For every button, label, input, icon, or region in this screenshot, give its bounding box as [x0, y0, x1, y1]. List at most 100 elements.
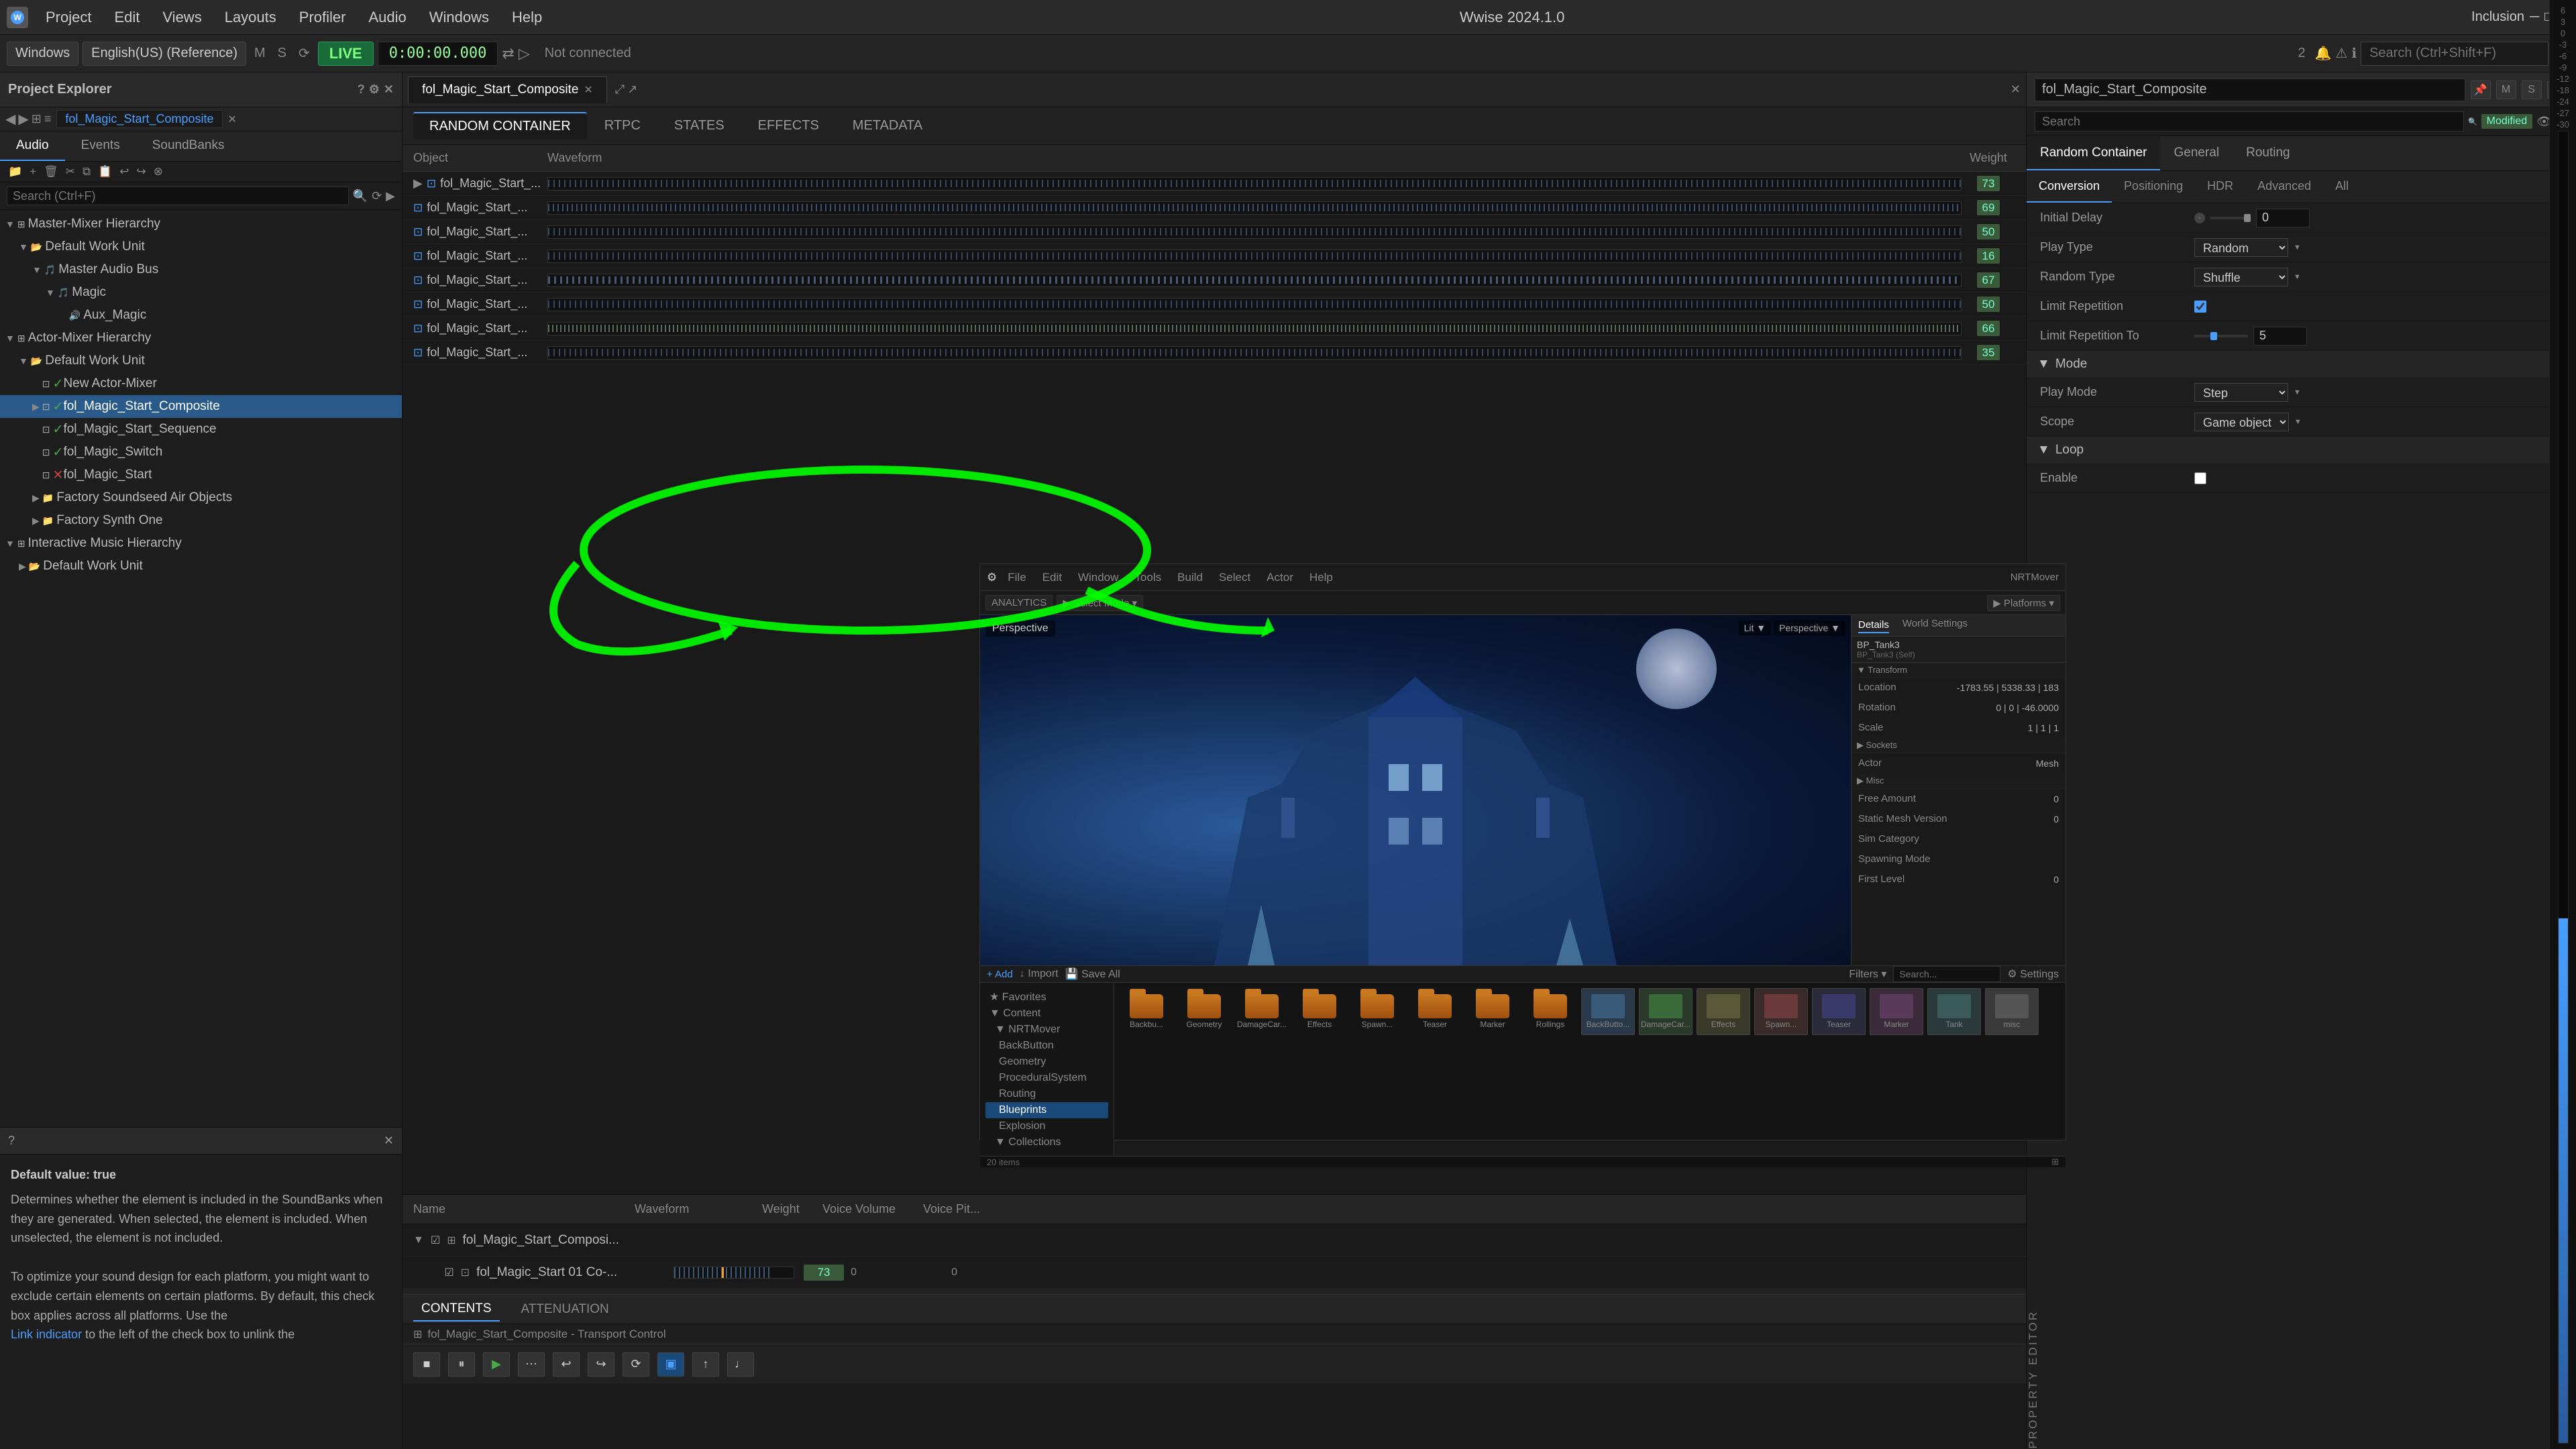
ue-save-all-btn[interactable]: 💾 Save All	[1065, 967, 1120, 981]
table-row[interactable]: ⊡fol_Magic_Start_... 35	[402, 341, 2026, 365]
delete-icon[interactable]: 🗑	[41, 164, 61, 180]
ue-analytics-btn[interactable]: ANALYTICS	[985, 595, 1053, 610]
ue-folder-7[interactable]: Marker	[1466, 988, 1519, 1035]
ue-folder-2[interactable]: Geometry	[1177, 988, 1231, 1035]
ue-settings-btn[interactable]: ⚙ Settings	[2007, 967, 2059, 981]
rc-tab-random-container[interactable]: RANDOM CONTAINER	[413, 112, 587, 140]
ue-tree-nrtmover[interactable]: ▼ NRTMover	[985, 1022, 1108, 1038]
tab-routing[interactable]: Routing	[2233, 136, 2304, 170]
active-tab[interactable]: fol_Magic_Start_Composite ✕	[408, 76, 607, 103]
tab-positioning[interactable]: Positioning	[2112, 171, 2195, 203]
tab-close-icon[interactable]: ✕	[584, 83, 592, 97]
rc-tab-rtpc[interactable]: RTPC	[588, 113, 657, 139]
alert-icon[interactable]: ⚠	[2336, 45, 2348, 62]
tree-item-interactive-music[interactable]: ▼ ⊞ Interactive Music Hierarchy	[0, 532, 402, 555]
ue-asset-search[interactable]	[1893, 966, 2000, 982]
rc-tab-metadata[interactable]: METADATA	[837, 113, 938, 139]
maximize-icon[interactable]: ⤢	[615, 83, 625, 97]
close-help-icon[interactable]: ✕	[384, 1134, 394, 1148]
ue-folder-5[interactable]: Spawn...	[1350, 988, 1404, 1035]
live-button[interactable]: LIVE	[318, 42, 374, 66]
ue-import-btn[interactable]: ↓ Import	[1020, 968, 1059, 980]
metronome-btn[interactable]: ♩	[727, 1352, 754, 1377]
ue-folder-4[interactable]: Effects	[1293, 988, 1346, 1035]
ue-section-socket[interactable]: ▶ Sockets	[1851, 738, 2065, 753]
ue-asset-3[interactable]: Effects	[1697, 988, 1750, 1035]
initial-delay-input[interactable]	[2256, 209, 2310, 227]
ue-edit-menu[interactable]: Edit	[1037, 571, 1067, 584]
language-selector[interactable]: English(US) (Reference)	[83, 42, 246, 66]
tree-item-factory-air[interactable]: ▶ 📁 Factory Soundseed Air Objects	[0, 486, 402, 509]
table-row[interactable]: ⊡fol_Magic_Start_... 67	[402, 268, 2026, 292]
open-editor-icon[interactable]: M	[2496, 80, 2516, 99]
settings-transport-btn[interactable]: ⋯	[518, 1352, 545, 1377]
play-mode-select[interactable]: Step Continuous	[2194, 383, 2288, 402]
pause-btn[interactable]: ⏸	[448, 1352, 475, 1377]
limit-rep-slider[interactable]	[2194, 335, 2248, 337]
ue-asset-6[interactable]: Marker	[1870, 988, 1923, 1035]
menu-audio[interactable]: Audio	[358, 5, 417, 30]
ue-help-menu[interactable]: Help	[1304, 571, 1338, 584]
info-icon[interactable]: ℹ	[2351, 45, 2357, 62]
initial-delay-slider[interactable]	[2210, 217, 2251, 219]
tree-item-fol-magic-switch[interactable]: ▶ ⊡ ✓ fol_Magic_Switch	[0, 441, 402, 464]
playback-mode-btn[interactable]: ↑	[692, 1352, 719, 1377]
table-row[interactable]: ⊡fol_Magic_Start_... 66	[402, 317, 2026, 341]
bc-row-container[interactable]: ▼ ☑ ⊞ fol_Magic_Start_Composi...	[402, 1224, 2026, 1256]
ue-tree-routing[interactable]: Routing	[985, 1086, 1108, 1102]
pin-icon[interactable]: 📌	[2471, 80, 2491, 99]
tab-random-container[interactable]: Random Container	[2027, 136, 2160, 170]
tree-item-fol-magic-start-composite[interactable]: ▶ ⊡ ✓ fol_Magic_Start_Composite	[0, 395, 402, 418]
table-row[interactable]: ▶⊡fol_Magic_Start_... 73	[402, 172, 2026, 196]
tab-general[interactable]: General	[2160, 136, 2233, 170]
tree-item-aux-magic[interactable]: ▶ 🔊 Aux_Magic	[0, 304, 402, 327]
tree-item-fol-magic-start[interactable]: ▶ ⊡ ✕ fol_Magic_Start	[0, 464, 402, 486]
ue-asset-2[interactable]: DamageCar...	[1639, 988, 1693, 1035]
ue-asset-1[interactable]: BackButto...	[1581, 988, 1635, 1035]
exclude-icon[interactable]: ⊗	[151, 164, 166, 180]
ue-folder-8[interactable]: Rollings	[1523, 988, 1577, 1035]
ue-viewport[interactable]: Perspective Lit ▼ Perspective ▼	[980, 615, 1851, 965]
ue-add-btn[interactable]: + Add	[987, 969, 1013, 980]
copy-icon[interactable]: ⧉	[80, 164, 93, 180]
tab-audio[interactable]: Audio	[0, 131, 65, 161]
nav-bookmark-icon[interactable]: ⊞	[32, 112, 42, 126]
tree-item-master-audio-bus[interactable]: ▼ 🎵 Master Audio Bus	[0, 258, 402, 281]
ue-folder-6[interactable]: Teaser	[1408, 988, 1462, 1035]
viewport-persp-btn[interactable]: Perspective ▼	[1774, 621, 1845, 635]
settings-icon[interactable]: ⚙	[369, 83, 380, 97]
limit-repetition-checkbox[interactable]	[2194, 301, 2206, 313]
loop-transport-btn[interactable]: ⟳	[623, 1352, 649, 1377]
tree-item-master-mixer[interactable]: ▼ ⊞ Master-Mixer Hierarchy	[0, 213, 402, 235]
tree-item-default-work-unit-3[interactable]: ▶ 📂 Default Work Unit	[0, 555, 402, 578]
workspace-selector[interactable]: Windows	[7, 42, 78, 66]
table-row[interactable]: ⊡fol_Magic_Start_... 69	[402, 196, 2026, 220]
play-btn[interactable]: ▶	[483, 1352, 510, 1377]
tree-item-new-actor-mixer[interactable]: ▶ ⊡ ✓ New Actor-Mixer	[0, 372, 402, 395]
search-icon[interactable]: 🔍	[353, 189, 368, 203]
close-tab-icon[interactable]: ✕	[228, 113, 237, 126]
ue-asset-4[interactable]: Spawn...	[1754, 988, 1808, 1035]
ue-platforms-btn[interactable]: ▶ Platforms ▾	[1987, 595, 2060, 611]
transport-send-icon[interactable]: ▷	[519, 45, 530, 62]
expand-icon[interactable]: ▶	[386, 189, 395, 203]
loop-section-header[interactable]: ▼ Loop	[2027, 437, 2576, 464]
tab-attenuation[interactable]: ATTENUATION	[513, 1298, 617, 1321]
table-row[interactable]: ⊡fol_Magic_Start_... 16	[402, 244, 2026, 268]
menu-profiler[interactable]: Profiler	[288, 5, 357, 30]
tree-item-factory-synth[interactable]: ▶ 📁 Factory Synth One	[0, 509, 402, 532]
ue-asset-8[interactable]: misc	[1985, 988, 2039, 1035]
ue-tools-menu[interactable]: Tools	[1129, 571, 1167, 584]
menu-project[interactable]: Project	[35, 5, 102, 30]
ue-tree-blueprints[interactable]: Blueprints	[985, 1102, 1108, 1118]
rc-tab-effects[interactable]: EFFECTS	[742, 113, 835, 139]
random-type-select[interactable]: Shuffle Standard	[2194, 268, 2288, 286]
close-center-icon[interactable]: ✕	[2010, 83, 2021, 97]
tab-contents[interactable]: CONTENTS	[413, 1297, 500, 1322]
ue-details-tab[interactable]: Details	[1858, 618, 1889, 633]
object-name-input[interactable]	[2035, 78, 2465, 101]
refresh-icon[interactable]: ⟳	[372, 189, 382, 203]
explorer-search-input[interactable]	[7, 186, 349, 205]
initial-delay-link-icon[interactable]: ·	[2194, 213, 2205, 223]
ue-select-menu[interactable]: Select	[1214, 571, 1256, 584]
